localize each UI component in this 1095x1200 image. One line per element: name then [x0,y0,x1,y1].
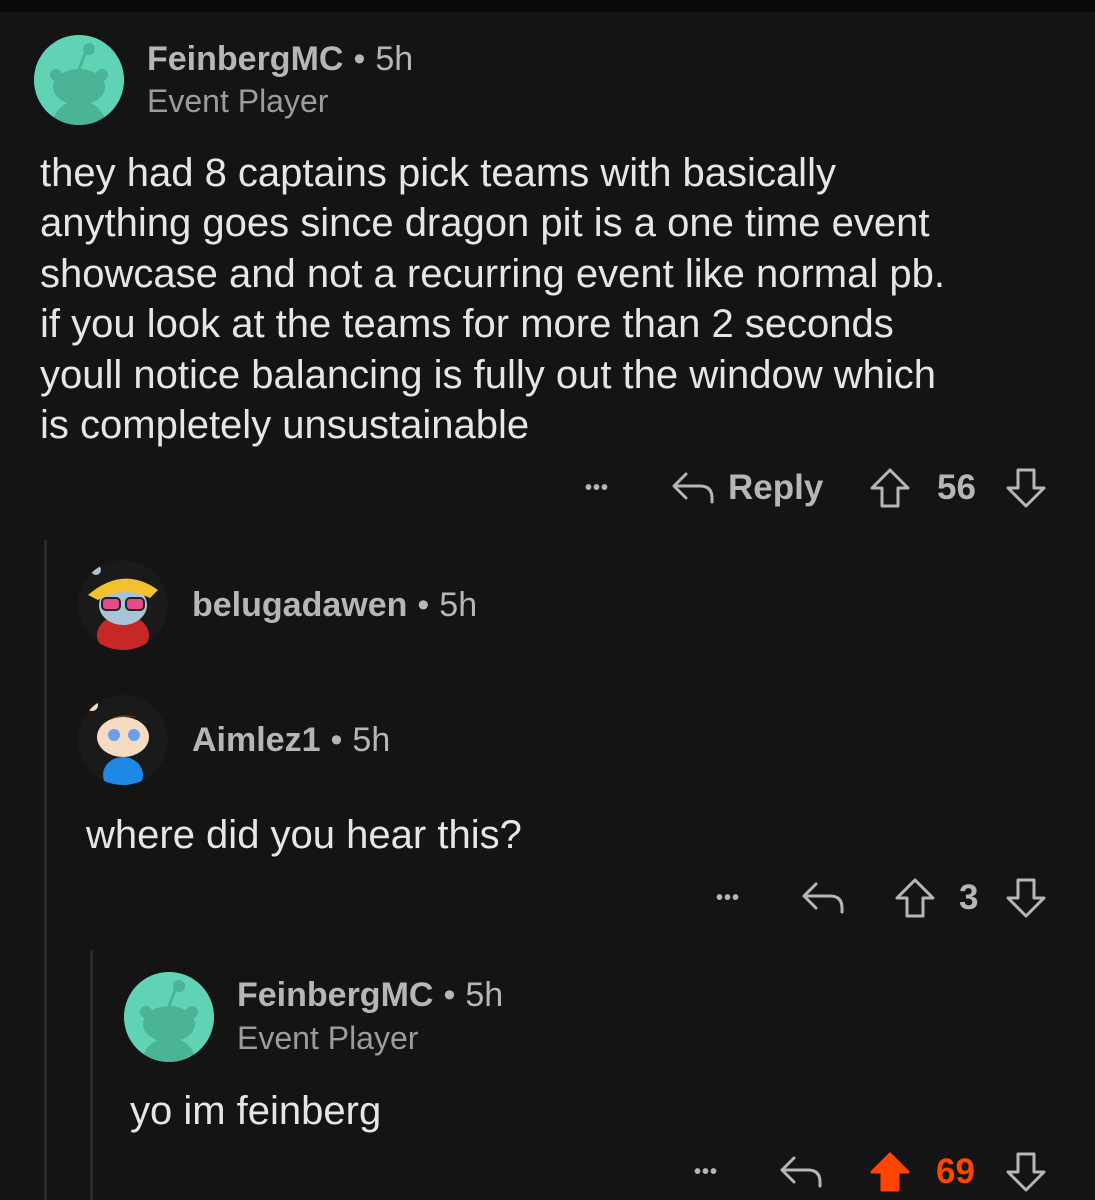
avatar[interactable] [78,560,168,650]
comment-line: youll notice balancing is fully out the … [40,352,937,397]
reply-button[interactable]: Reply [670,466,823,510]
snoo-avatar-icon [78,695,168,785]
username-link[interactable]: belugadawen [192,586,407,624]
downvote-arrow-icon [1006,468,1046,508]
upvote-arrow-icon [870,468,910,508]
comment-line: showcase and not a recurring event like … [40,251,945,296]
more-options-button[interactable]: ••• [716,876,740,920]
username-link[interactable]: FeinbergMC [147,40,343,78]
comment-line: if you look at the teams for more than 2… [40,302,894,347]
reply-arrow-icon [802,882,844,914]
user-flair: Event Player [237,1020,419,1056]
separator-dot: • [353,40,366,78]
snoo-avatar-icon [78,560,168,650]
reply-arrow-icon [780,1156,822,1188]
downvote-arrow-icon [1006,878,1046,918]
upvote-button[interactable] [893,876,937,920]
timestamp[interactable]: 5h [439,586,477,624]
separator-dot: • [330,721,343,759]
comment-line: is completely unsustainable [40,403,530,448]
avatar[interactable] [124,972,214,1062]
more-options-button[interactable]: ••• [585,466,609,510]
comment-body: where did you hear this? [86,813,522,857]
comment-line: they had 8 captains pick teams with basi… [40,151,836,195]
snoo-avatar-icon [124,972,214,1062]
score: 69 [936,1152,975,1191]
avatar[interactable] [78,695,168,785]
downvote-button[interactable] [1004,466,1048,510]
reply-arrow-icon [672,472,714,504]
comment-header: belugadawen • 5h [192,586,477,625]
username-link[interactable]: FeinbergMC [237,976,433,1014]
upvote-arrow-filled-icon [870,1152,910,1192]
comment-header: FeinbergMC • 5h [237,976,503,1015]
comment-header: FeinbergMC • 5h [147,40,413,79]
top-bar [0,0,1095,12]
downvote-arrow-icon [1006,1152,1046,1192]
comment-line: anything goes since dragon pit is a one … [40,201,930,246]
username-link[interactable]: Aimlez1 [192,721,321,759]
separator-dot: • [443,976,456,1014]
downvote-button[interactable] [1004,876,1048,920]
upvote-button[interactable] [868,466,912,510]
reply-label: Reply [728,468,824,507]
upvote-arrow-icon [895,878,935,918]
reply-button[interactable] [800,876,846,920]
thread-line-nested[interactable] [90,950,93,1200]
comment-body: yo im feinberg [130,1089,382,1133]
reply-button[interactable] [778,1150,824,1194]
thread-line[interactable] [44,540,47,1200]
comment-header: Aimlez1 • 5h [192,721,390,760]
downvote-button[interactable] [1004,1150,1048,1194]
score: 3 [959,878,979,917]
avatar[interactable] [34,35,124,125]
upvote-button[interactable] [868,1150,912,1194]
score: 56 [937,468,976,507]
snoo-avatar-icon [34,35,124,125]
comment-body: they had 8 captains pick teams with basi… [40,148,1080,450]
timestamp[interactable]: 5h [375,40,413,78]
user-flair: Event Player [147,83,329,119]
separator-dot: • [417,586,430,624]
timestamp[interactable]: 5h [465,976,503,1014]
more-options-button[interactable]: ••• [694,1150,718,1194]
timestamp[interactable]: 5h [352,721,390,759]
